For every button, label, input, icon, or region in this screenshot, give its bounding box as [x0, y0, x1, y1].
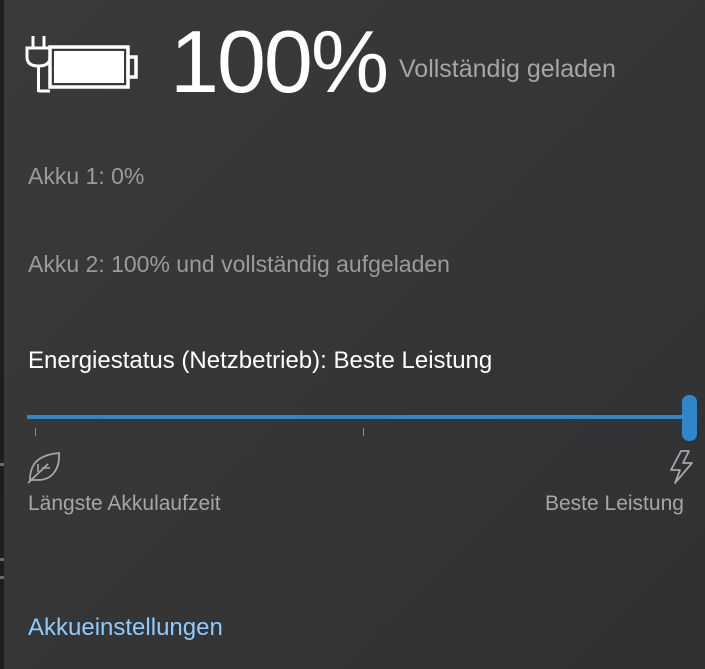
left-edge-mark [0, 576, 4, 579]
leaf-icon [27, 452, 60, 484]
battery-flyout: 100% Vollständig geladen Akku 1: 0% Akku… [0, 0, 705, 669]
battery-charging-icon [25, 36, 138, 93]
akku-2-status: Akku 2: 100% und vollständig aufgeladen [28, 251, 450, 277]
left-edge-mark [0, 558, 4, 561]
slider-tick [35, 428, 36, 436]
charge-status-text: Vollständig geladen [399, 55, 616, 83]
slider-thumb[interactable] [682, 395, 697, 441]
power-mode-label: Energiestatus (Netzbetrieb): Beste Leist… [28, 347, 493, 374]
left-edge-strip [0, 0, 4, 669]
slider-min-label: Längste Akkulaufzeit [28, 492, 221, 515]
slider-max-label: Beste Leistung [545, 492, 684, 515]
power-mode-slider[interactable] [27, 395, 699, 443]
battery-settings-link[interactable]: Akkueinstellungen [28, 614, 223, 642]
battery-percentage: 100% [170, 12, 389, 111]
akku-1-status: Akku 1: 0% [28, 163, 145, 189]
slider-track[interactable] [27, 415, 691, 419]
left-edge-mark [0, 463, 4, 466]
slider-tick [363, 428, 364, 436]
lightning-bolt-icon [670, 450, 693, 484]
